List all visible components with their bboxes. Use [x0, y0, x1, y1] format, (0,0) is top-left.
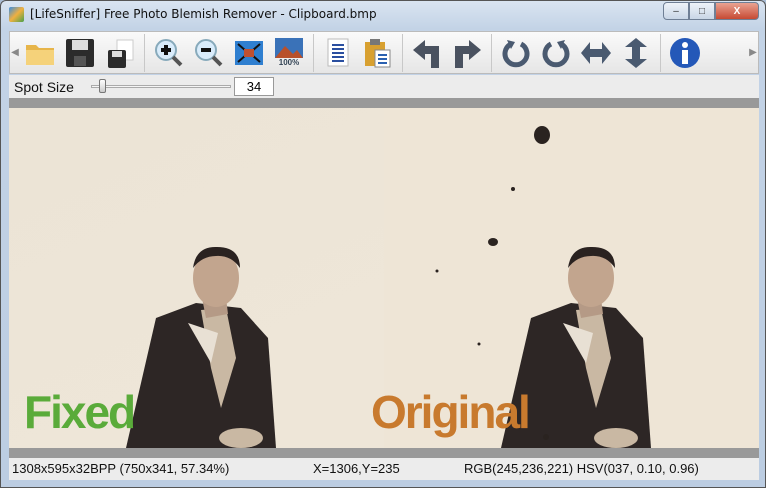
zoom-in-icon: [155, 38, 183, 66]
save-as-icon: [108, 39, 134, 68]
fit-window-icon: [235, 40, 263, 65]
fixed-label: Fixed: [24, 386, 134, 438]
open-button[interactable]: [22, 35, 58, 71]
spot-size-label: Spot Size: [14, 78, 74, 95]
spot-size-value[interactable]: 34: [234, 77, 274, 96]
redo-icon: [455, 39, 481, 68]
copy-icon: [327, 38, 349, 66]
photo-comparison: Fixed Original: [9, 108, 759, 448]
rotate-right-icon: [542, 39, 570, 67]
scroll-left-icon[interactable]: ◀: [10, 47, 20, 58]
paste-button[interactable]: [360, 35, 396, 71]
spot-size-bar: Spot Size 34: [9, 75, 759, 98]
title-bar: [LifeSniffer] Free Photo Blemish Remover…: [1, 1, 765, 27]
flip-vertical-button[interactable]: [618, 35, 654, 71]
save-as-button[interactable]: [102, 35, 138, 71]
undo-button[interactable]: [409, 35, 445, 71]
app-icon: [9, 6, 24, 22]
redo-button[interactable]: [449, 35, 485, 71]
cursor-coordinates: X=1306,Y=235: [313, 461, 400, 476]
zoom-out-button[interactable]: [191, 35, 227, 71]
spot-size-slider-thumb[interactable]: [99, 79, 106, 93]
rotate-left-icon: [502, 39, 530, 67]
maximize-button[interactable]: □: [689, 2, 715, 20]
flip-vertical-icon: [625, 37, 647, 68]
minimize-button[interactable]: –: [663, 2, 689, 20]
zoom-out-icon: [195, 38, 223, 66]
image-canvas[interactable]: Fixed Original: [9, 108, 759, 448]
divider: [9, 98, 759, 108]
info-icon: [670, 37, 700, 68]
window-title: [LifeSniffer] Free Photo Blemish Remover…: [30, 7, 377, 21]
toolbar: ◀ 100% ▶: [9, 31, 759, 74]
pixel-color: RGB(245,236,221) HSV(037, 0.10, 0.96): [464, 461, 699, 476]
close-button[interactable]: X: [715, 2, 759, 20]
flip-horizontal-button[interactable]: [578, 35, 614, 71]
undo-icon: [413, 39, 439, 68]
flip-horizontal-icon: [581, 41, 611, 64]
paste-icon: [365, 38, 391, 67]
original-label: Original: [371, 386, 529, 438]
app-window: [LifeSniffer] Free Photo Blemish Remover…: [0, 0, 766, 488]
rotate-left-button[interactable]: [498, 35, 534, 71]
copy-button[interactable]: [320, 35, 356, 71]
zoom-in-button[interactable]: [151, 35, 187, 71]
rotate-right-button[interactable]: [538, 35, 574, 71]
floppy-icon: [66, 38, 94, 67]
fit-window-button[interactable]: [231, 35, 267, 71]
photo-icon: [275, 38, 303, 58]
save-button[interactable]: [62, 35, 98, 71]
image-info: 1308x595x32BPP (750x341, 57.34%): [12, 461, 230, 476]
actual-size-label: 100%: [278, 58, 300, 67]
scroll-right-icon[interactable]: ▶: [748, 47, 758, 58]
actual-size-button[interactable]: 100%: [271, 35, 307, 71]
divider: [9, 448, 759, 458]
status-bar: 1308x595x32BPP (750x341, 57.34%) X=1306,…: [9, 458, 759, 480]
spot-size-slider[interactable]: [91, 85, 231, 88]
folder-icon: [26, 44, 54, 65]
about-button[interactable]: [667, 35, 703, 71]
